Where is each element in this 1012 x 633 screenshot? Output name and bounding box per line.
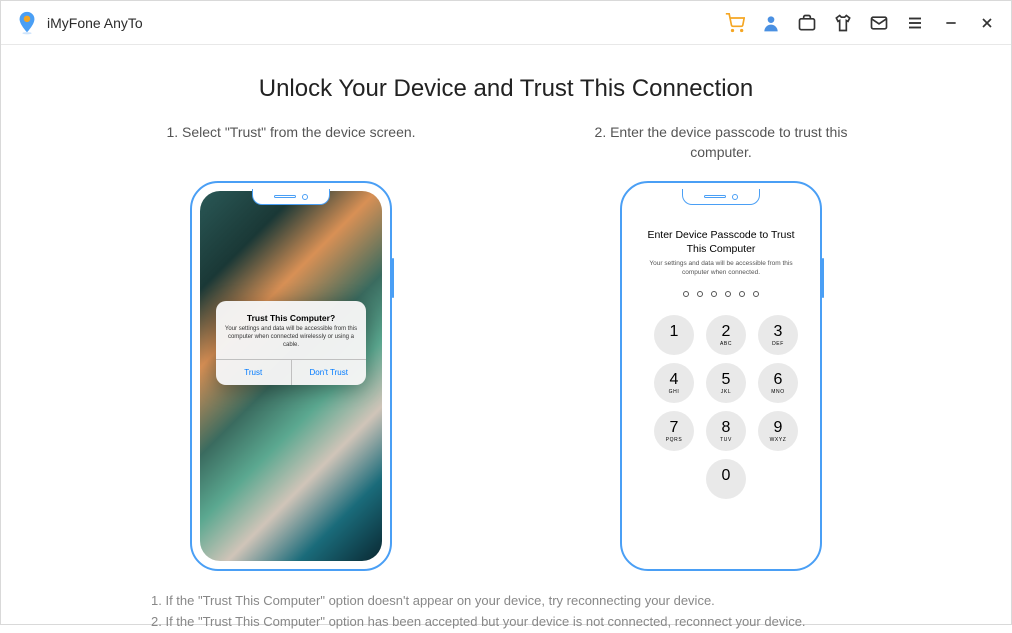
step-2-label: 2. Enter the device passcode to trust th… xyxy=(566,123,876,163)
key-2[interactable]: 2ABC xyxy=(706,315,746,355)
briefcase-icon[interactable] xyxy=(797,13,817,33)
key-0[interactable]: 0 xyxy=(706,459,746,499)
footer-note-1: 1. If the "Trust This Computer" option d… xyxy=(151,591,861,612)
user-icon[interactable] xyxy=(761,13,781,33)
phone-notch xyxy=(252,189,330,205)
dont-trust-button[interactable]: Don't Trust xyxy=(291,360,367,385)
step-2: 2. Enter the device passcode to trust th… xyxy=(566,123,876,571)
minimize-icon[interactable] xyxy=(941,13,961,33)
passcode-title: Enter Device Passcode to Trust This Comp… xyxy=(642,229,800,256)
key-3[interactable]: 3DEF xyxy=(758,315,798,355)
app-title: iMyFone AnyTo xyxy=(47,15,143,31)
phone-mockup-2: Enter Device Passcode to Trust This Comp… xyxy=(620,181,822,571)
titlebar: iMyFone AnyTo xyxy=(1,1,1011,45)
dialog-text: Your settings and data will be accessibl… xyxy=(224,326,358,349)
steps-row: 1. Select "Trust" from the device screen… xyxy=(41,123,971,571)
close-icon[interactable] xyxy=(977,13,997,33)
key-8[interactable]: 8TUV xyxy=(706,411,746,451)
passcode-screen: Enter Device Passcode to Trust This Comp… xyxy=(630,191,812,561)
titlebar-icons xyxy=(725,13,997,33)
cart-icon[interactable] xyxy=(725,13,745,33)
key-6[interactable]: 6MNO xyxy=(758,363,798,403)
phone-mockup-1: Trust This Computer? Your settings and d… xyxy=(190,181,392,571)
key-7[interactable]: 7PQRS xyxy=(654,411,694,451)
footer-note-2: 2. If the "Trust This Computer" option h… xyxy=(151,612,861,633)
key-5[interactable]: 5JKL xyxy=(706,363,746,403)
shirt-icon[interactable] xyxy=(833,13,853,33)
key-1[interactable]: 1 xyxy=(654,315,694,355)
mail-icon[interactable] xyxy=(869,13,889,33)
app-logo-icon xyxy=(15,10,39,36)
step-1-label: 1. Select "Trust" from the device screen… xyxy=(136,123,446,163)
phone-screen-1: Trust This Computer? Your settings and d… xyxy=(200,191,382,561)
footer-notes: 1. If the "Trust This Computer" option d… xyxy=(41,591,971,633)
phone-screen-2: Enter Device Passcode to Trust This Comp… xyxy=(630,191,812,561)
app-logo-wrap: iMyFone AnyTo xyxy=(15,10,143,36)
keypad: 1 2ABC 3DEF 4GHI 5JKL 6MNO 7PQRS 8TUV 9W… xyxy=(642,315,800,499)
key-4[interactable]: 4GHI xyxy=(654,363,694,403)
page-title: Unlock Your Device and Trust This Connec… xyxy=(41,75,971,103)
trust-button[interactable]: Trust xyxy=(216,360,291,385)
menu-icon[interactable] xyxy=(905,13,925,33)
passcode-subtitle: Your settings and data will be accessibl… xyxy=(642,260,800,277)
dialog-title: Trust This Computer? xyxy=(224,313,358,323)
main-content: Unlock Your Device and Trust This Connec… xyxy=(1,45,1011,633)
key-9[interactable]: 9WXYZ xyxy=(758,411,798,451)
phone-notch xyxy=(682,189,760,205)
passcode-dots xyxy=(642,291,800,297)
trust-dialog: Trust This Computer? Your settings and d… xyxy=(216,301,366,385)
step-1: 1. Select "Trust" from the device screen… xyxy=(136,123,446,571)
